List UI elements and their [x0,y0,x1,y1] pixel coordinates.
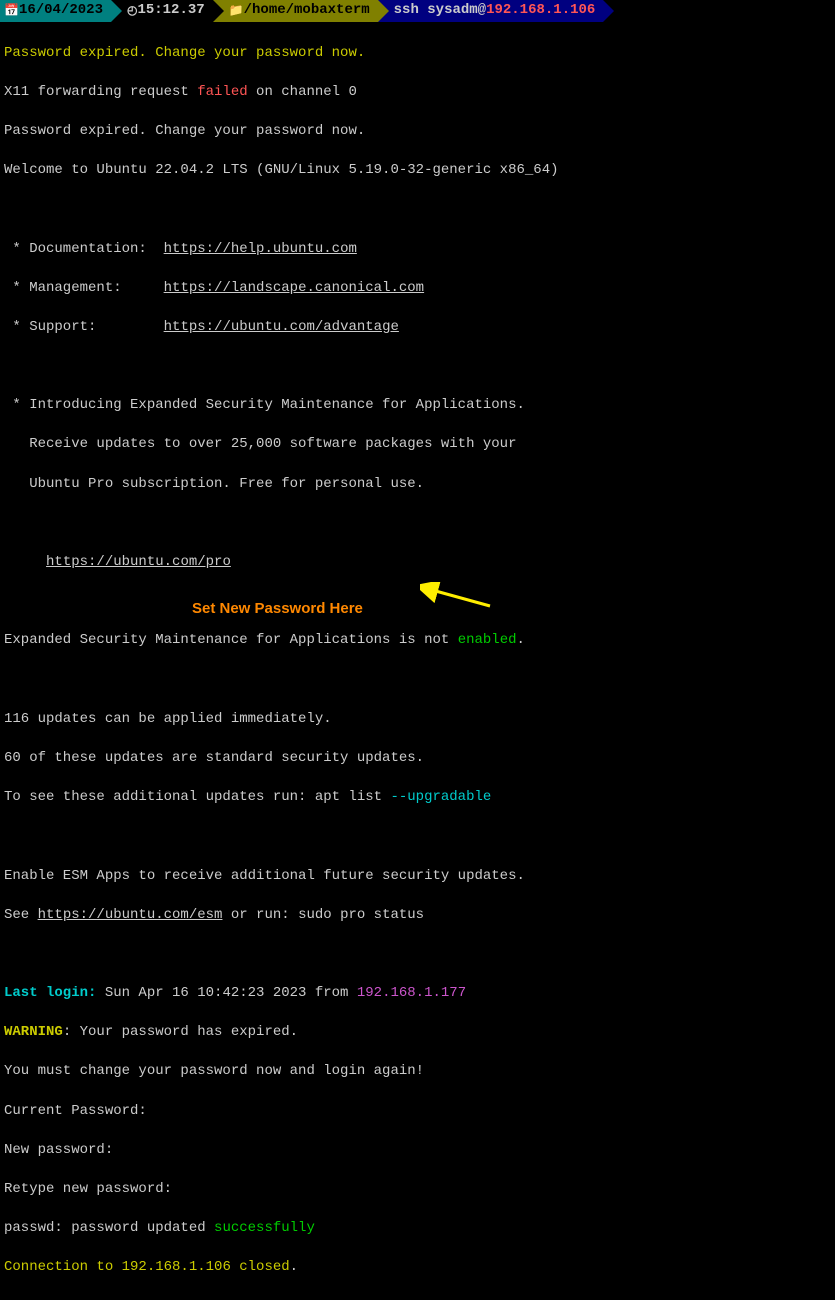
line-esm-enable: Enable ESM Apps to receive additional fu… [4,867,831,887]
line-management: * Management: https://landscape.canonica… [4,279,831,299]
line-updates-3: To see these additional updates run: apt… [4,788,831,808]
line-updates-2: 60 of these updates are standard securit… [4,749,831,769]
annotation-label: Set New Password Here [192,598,363,619]
line-last-login: Last login: Sun Apr 16 10:42:23 2023 fro… [4,984,831,1004]
line-new-password: New password: [4,1141,831,1161]
clock-icon: ◴ [127,3,137,20]
line-esm-status: Expanded Security Maintenance for Applic… [4,631,831,651]
line-expired-1: Password expired. Change your password n… [4,44,831,64]
status-date-text: 16/04/2023 [19,1,103,21]
link-documentation[interactable]: https://help.ubuntu.com [164,241,357,257]
folder-icon: 📁 [229,3,244,20]
link-ubuntu-esm[interactable]: https://ubuntu.com/esm [38,907,223,923]
line-connection-closed: Connection to 192.168.1.106 closed. [4,1258,831,1278]
line-warning: WARNING: Your password has expired. [4,1023,831,1043]
line-documentation: * Documentation: https://help.ubuntu.com [4,240,831,260]
line-pro-link: https://ubuntu.com/pro [4,553,831,573]
line-esm-2: Receive updates to over 25,000 software … [4,435,831,455]
line-must-change: You must change your password now and lo… [4,1062,831,1082]
line-welcome: Welcome to Ubuntu 22.04.2 LTS (GNU/Linux… [4,161,831,181]
link-support[interactable]: https://ubuntu.com/advantage [164,319,399,335]
calendar-icon: 📅 [4,3,19,20]
line-support: * Support: https://ubuntu.com/advantage [4,318,831,338]
link-management[interactable]: https://landscape.canonical.com [164,280,424,296]
line-updates-1: 116 updates can be applied immediately. [4,710,831,730]
ssh-host: 192.168.1.106 [486,1,595,21]
annotation-arrow-icon [420,582,500,610]
line-esm-see: See https://ubuntu.com/esm or run: sudo … [4,906,831,926]
line-current-password: Current Password: [4,1102,831,1122]
line-expired-2: Password expired. Change your password n… [4,122,831,142]
line-x11: X11 forwarding request failed on channel… [4,83,831,103]
status-path-text: /home/mobaxterm [244,1,370,21]
line-esm-1: * Introducing Expanded Security Maintena… [4,396,831,416]
ssh-command-prefix: ssh sysadm@ [394,1,486,21]
status-bar: 📅 16/04/2023 ◴ 15:12.37 📁 /home/mobaxter… [0,0,835,22]
line-esm-3: Ubuntu Pro subscription. Free for person… [4,475,831,495]
status-date: 📅 16/04/2023 [0,0,111,22]
status-command[interactable]: ssh sysadm@192.168.1.106 [378,0,604,22]
terminal-output: Password expired. Change your password n… [0,22,835,1300]
status-time: ◴ 15:12.37 [111,0,213,22]
line-passwd-success: passwd: password updated successfully [4,1219,831,1239]
line-retype-password: Retype new password: [4,1180,831,1200]
status-path: 📁 /home/mobaxterm [213,0,378,22]
status-time-text: 15:12.37 [137,1,204,21]
link-ubuntu-pro[interactable]: https://ubuntu.com/pro [46,554,231,570]
